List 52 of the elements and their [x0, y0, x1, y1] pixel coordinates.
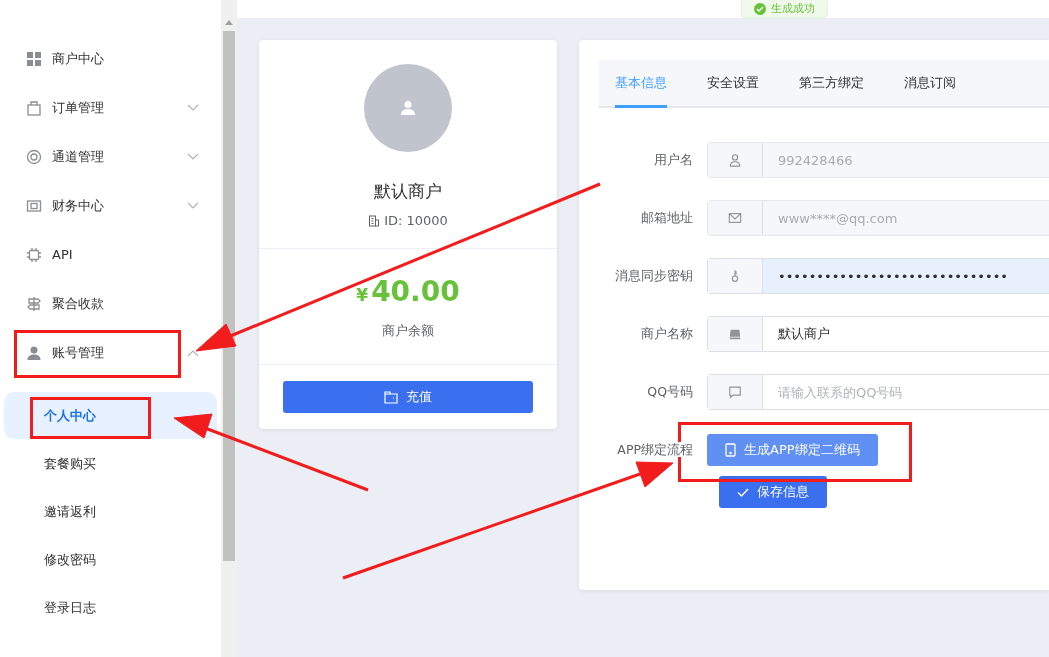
field-label: QQ号码	[646, 383, 694, 401]
balance-label: 商户余额	[382, 322, 434, 340]
bag-icon	[26, 99, 42, 116]
sidebar-item[interactable]: 订单管理	[0, 83, 221, 132]
input-field[interactable]: 请输入联系的QQ号码	[707, 374, 1049, 410]
toast-text: 生成成功	[771, 1, 815, 16]
scrollbar[interactable]	[221, 0, 237, 657]
field-label: APP绑定流程	[617, 441, 693, 457]
submenu-item[interactable]: 套餐购买	[4, 440, 217, 487]
signpost-icon	[26, 295, 42, 312]
sidebar-item[interactable]: 通道管理	[0, 132, 221, 181]
folder-icon	[384, 390, 398, 404]
sidebar-item[interactable]: 财务中心	[0, 181, 221, 230]
field-label: 邮箱地址	[640, 209, 694, 227]
tab[interactable]: 安全设置	[707, 60, 759, 108]
wallet-icon	[26, 197, 42, 214]
building-icon	[368, 214, 381, 227]
shop-icon	[728, 327, 742, 341]
save-button[interactable]: 保存信息	[719, 476, 827, 508]
chip-icon	[26, 246, 42, 263]
lifebuoy-icon	[26, 148, 42, 165]
check-circle-icon	[754, 2, 766, 15]
tab[interactable]: 消息订阅	[904, 60, 956, 108]
balance-amount: ¥40.00	[356, 275, 460, 308]
field-label: 商户名称	[640, 325, 694, 343]
merchant-name: 默认商户	[374, 180, 442, 203]
merchant-id: ID: 10000	[384, 213, 448, 228]
sidebar-item[interactable]: API	[0, 230, 221, 279]
sidebar-item[interactable]: 账号管理	[0, 328, 221, 377]
recharge-button[interactable]: 充值	[283, 381, 533, 413]
field-value[interactable]: ••••••••••••••••••••••••••••••	[763, 259, 1049, 293]
user-icon	[400, 100, 416, 116]
input-field[interactable]: ••••••••••••••••••••••••••••••	[707, 258, 1049, 294]
tab[interactable]: 第三方绑定	[799, 60, 864, 108]
submenu-item[interactable]: 登录日志	[4, 584, 217, 631]
submenu-item[interactable]: 邀请返利	[4, 488, 217, 535]
field-label: 用户名	[653, 151, 694, 169]
field-value[interactable]: 默认商户	[763, 317, 1049, 351]
grid-icon	[26, 50, 42, 67]
chat-icon	[728, 385, 742, 399]
scroll-up-icon[interactable]	[225, 20, 233, 25]
check-icon	[737, 487, 749, 497]
input-field[interactable]: 默认商户	[707, 316, 1049, 352]
submenu-item[interactable]: 修改密码	[4, 536, 217, 583]
user-icon	[728, 153, 742, 167]
mail-icon	[728, 211, 742, 225]
sidebar-item[interactable]: 商户中心	[0, 34, 221, 83]
field-value[interactable]: 请输入联系的QQ号码	[763, 375, 1049, 409]
user-icon	[26, 344, 42, 361]
phone-icon	[725, 443, 736, 457]
field-label: 消息同步密钥	[614, 267, 694, 285]
sidebar-item[interactable]: 聚合收款	[0, 279, 221, 328]
